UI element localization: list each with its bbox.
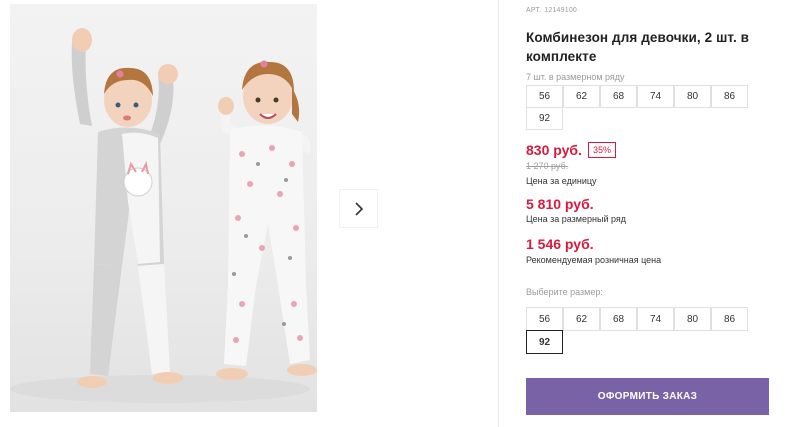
size-option-86[interactable]: 86 bbox=[711, 307, 748, 331]
vertical-divider bbox=[498, 0, 499, 427]
size-row-cell: 74 bbox=[637, 85, 674, 108]
size-row-cell: 86 bbox=[711, 85, 748, 108]
size-option-92[interactable]: 92 bbox=[526, 330, 563, 354]
rrp-price: 1 546 руб. bbox=[526, 236, 594, 252]
chevron-right-icon bbox=[354, 201, 363, 216]
order-button[interactable]: ОФОРМИТЬ ЗАКАЗ bbox=[526, 378, 769, 415]
child-right-figure bbox=[216, 60, 317, 380]
size-row-cell: 68 bbox=[600, 85, 637, 108]
size-row-cell: 80 bbox=[674, 85, 711, 108]
unit-price-label: Цена за единицу bbox=[526, 176, 597, 186]
sku-value: 12149100 bbox=[544, 7, 578, 14]
rrp-label: Рекомендуемая розничная цена bbox=[526, 255, 662, 265]
choose-size-label: Выберите размер: bbox=[526, 287, 603, 297]
size-row-cell: 56 bbox=[526, 85, 563, 108]
child-left-figure bbox=[71, 28, 183, 388]
size-option-62[interactable]: 62 bbox=[563, 307, 600, 331]
discount-badge: 35% bbox=[587, 142, 616, 158]
price-block: 830 руб. 35% bbox=[526, 142, 616, 158]
size-option-56[interactable]: 56 bbox=[526, 307, 563, 331]
current-price: 830 руб. bbox=[526, 142, 582, 158]
size-row-cell: 62 bbox=[563, 85, 600, 108]
old-price: 1 270 руб. bbox=[526, 161, 569, 171]
size-row-label: 7 шт. в размерном ряду bbox=[526, 72, 625, 82]
size-option-68[interactable]: 68 bbox=[600, 307, 637, 331]
size-option-74[interactable]: 74 bbox=[637, 307, 674, 331]
product-photo bbox=[10, 28, 317, 403]
sku-label: АРТ. bbox=[526, 7, 542, 14]
sku: АРТ. 12149100 bbox=[526, 7, 577, 14]
row-price: 5 810 руб. bbox=[526, 196, 594, 212]
size-option-80[interactable]: 80 bbox=[674, 307, 711, 331]
product-image[interactable] bbox=[10, 4, 317, 412]
row-price-label: Цена за размерный ряд bbox=[526, 214, 627, 224]
size-row-grid: 56 62 68 74 80 86 92 bbox=[526, 85, 748, 130]
size-row-cell: 92 bbox=[526, 107, 563, 130]
product-title: Комбинезон для девочки, 2 шт. в комплект… bbox=[526, 30, 750, 64]
gallery-next-button[interactable] bbox=[340, 190, 377, 227]
size-selector: 56 62 68 74 80 86 92 bbox=[526, 307, 748, 354]
